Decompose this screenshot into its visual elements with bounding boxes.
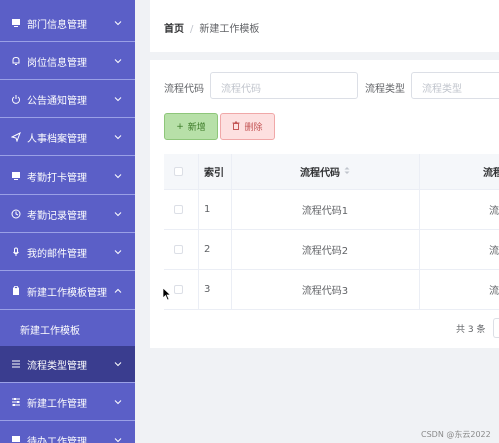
sidebar-item-label: 公告通知管理	[27, 95, 87, 107]
row-index: 3	[204, 284, 211, 295]
sliders-icon	[11, 397, 21, 407]
power-icon	[11, 94, 21, 104]
row-code: 流程代码3	[301, 286, 349, 297]
code-filter-placeholder: 流程代码	[221, 84, 261, 95]
row-type: 流	[489, 286, 499, 297]
plus-icon: +	[176, 121, 184, 132]
select-all-checkbox[interactable]	[174, 167, 183, 176]
clipboard-icon	[11, 286, 21, 296]
breadcrumb-bar: 首页 / 新建工作模板	[150, 0, 499, 52]
sidebar-item-department[interactable]: 部门信息管理	[0, 5, 135, 42]
sidebar: 部门信息管理 岗位信息管理 公告通知管理 人事档案管理 考勤打卡管理 考勤记录管…	[0, 0, 135, 443]
row-checkbox[interactable]	[174, 245, 183, 254]
chevron-down-icon	[114, 19, 122, 27]
chevron-down-icon	[114, 57, 122, 65]
chevron-down-icon	[114, 436, 122, 443]
chevron-up-icon	[114, 287, 122, 295]
header-code-label: 流程代码	[300, 168, 340, 179]
sidebar-item-label: 考勤打卡管理	[27, 172, 87, 184]
sidebar-item-personnel[interactable]: 人事档案管理	[0, 119, 135, 156]
sidebar-item-template-mgmt[interactable]: 新建工作模板管理	[0, 273, 135, 310]
chevron-down-icon	[114, 133, 122, 141]
trash-icon	[232, 121, 240, 133]
row-type: 流	[489, 246, 499, 257]
monitor-icon	[11, 171, 21, 181]
breadcrumb-home[interactable]: 首页	[164, 24, 184, 35]
header-index: 索引	[204, 168, 224, 179]
sidebar-subitem-label: 新建工作模板	[20, 326, 80, 337]
chevron-down-icon	[114, 172, 122, 180]
sidebar-item-label: 流程类型管理	[27, 360, 87, 372]
sidebar-item-label: 岗位信息管理	[27, 57, 87, 69]
sidebar-item-label: 我的邮件管理	[27, 248, 87, 260]
chevron-down-icon	[114, 248, 122, 256]
type-filter-input[interactable]: 流程类型	[411, 72, 499, 99]
sidebar-item-notice[interactable]: 公告通知管理	[0, 81, 135, 118]
clock-icon	[11, 209, 21, 219]
row-index: 1	[204, 204, 211, 215]
sidebar-item-label: 新建工作模板管理	[27, 287, 107, 299]
sidebar-item-label: 人事档案管理	[27, 133, 87, 145]
row-code: 流程代码1	[301, 206, 349, 217]
row-code: 流程代码2	[301, 246, 349, 257]
send-icon	[11, 132, 21, 142]
row-checkbox[interactable]	[174, 205, 183, 214]
type-filter-placeholder: 流程类型	[422, 84, 462, 95]
chevron-down-icon	[114, 210, 122, 218]
table-row[interactable]: 3 流程代码3 流	[164, 270, 499, 310]
table-header: 索引 流程代码 流程	[164, 154, 499, 190]
header-code[interactable]: 流程代码	[231, 154, 419, 189]
breadcrumb-current: 新建工作模板	[199, 24, 260, 35]
table-row[interactable]: 2 流程代码2 流	[164, 230, 499, 270]
sidebar-item-new-work[interactable]: 新建工作管理	[0, 384, 135, 421]
type-filter-label: 流程类型	[365, 84, 405, 95]
add-button[interactable]: + 新增	[164, 113, 218, 140]
sidebar-item-label: 新建工作管理	[27, 398, 87, 410]
list-icon	[11, 359, 21, 369]
breadcrumb: 首页 / 新建工作模板	[164, 20, 259, 35]
bell-icon	[11, 56, 21, 66]
content-card: 流程代码 流程代码 流程类型 流程类型 + 新增 删除 索引 流程代码 流程 1…	[150, 60, 499, 348]
sidebar-item-todo[interactable]: 待办工作管理	[0, 422, 135, 443]
chevron-down-icon	[114, 398, 122, 406]
watermark: CSDN @东云2022	[421, 430, 491, 439]
row-type: 流	[489, 206, 499, 217]
monitor-icon	[11, 435, 21, 443]
page-size-select[interactable]	[493, 318, 499, 338]
sidebar-item-process-type[interactable]: 流程类型管理	[0, 346, 135, 383]
sidebar-item-label: 部门信息管理	[27, 19, 87, 31]
row-checkbox[interactable]	[174, 285, 183, 294]
code-filter-input[interactable]: 流程代码	[210, 72, 358, 99]
breadcrumb-separator: /	[190, 24, 194, 35]
delete-button[interactable]: 删除	[220, 113, 275, 140]
pagination-total: 共 3 条	[456, 325, 486, 335]
header-type: 流程	[483, 168, 499, 179]
mouse-cursor-icon	[162, 287, 172, 301]
main-area: 首页 / 新建工作模板 流程代码 流程代码 流程类型 流程类型 + 新增 删除 索引	[135, 0, 499, 443]
table-row[interactable]: 1 流程代码1 流	[164, 190, 499, 230]
row-index: 2	[204, 244, 211, 255]
sort-caret-icon[interactable]	[344, 166, 350, 178]
code-filter-label: 流程代码	[164, 84, 204, 95]
add-button-label: 新增	[187, 123, 206, 133]
sidebar-item-position[interactable]: 岗位信息管理	[0, 43, 135, 80]
sidebar-item-mail[interactable]: 我的邮件管理	[0, 234, 135, 271]
sidebar-subitem-new-template[interactable]: 新建工作模板	[0, 310, 135, 348]
sidebar-item-label: 待办工作管理	[27, 436, 87, 443]
chevron-down-icon	[114, 360, 122, 368]
microphone-icon	[11, 247, 21, 257]
sidebar-item-clock-in[interactable]: 考勤打卡管理	[0, 158, 135, 195]
delete-button-label: 删除	[244, 123, 263, 133]
sidebar-item-label: 考勤记录管理	[27, 210, 87, 222]
monitor-icon	[11, 18, 21, 28]
sidebar-item-attendance[interactable]: 考勤记录管理	[0, 196, 135, 233]
chevron-down-icon	[114, 95, 122, 103]
